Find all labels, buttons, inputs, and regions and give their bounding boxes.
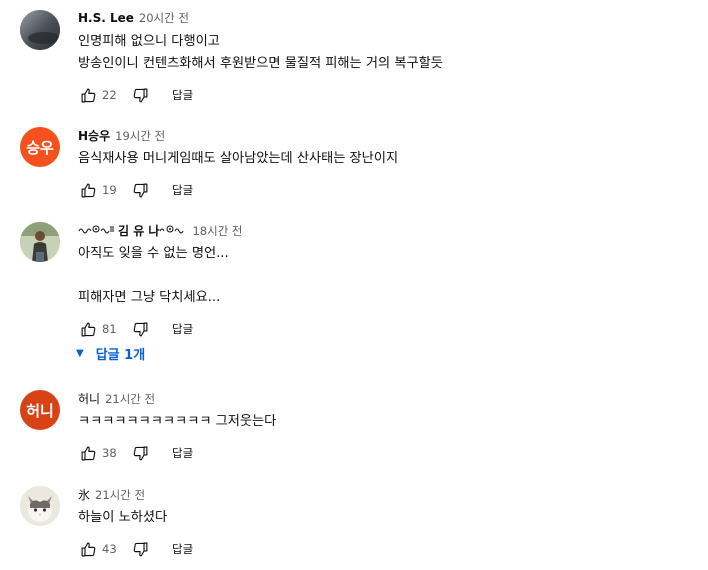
avatar-photo-icon (20, 486, 60, 526)
comment-text: 아직도 잊을 수 없는 명언... 피해자면 그냥 닥치세요... (78, 246, 229, 305)
thumb-down-icon[interactable] (130, 443, 150, 463)
avatar[interactable] (20, 486, 60, 526)
like-count: 38 (102, 446, 117, 460)
author-name[interactable]: H승우 (78, 127, 110, 144)
comment-header: 김 유 나 18시간 전 (78, 222, 700, 240)
avatar-initials: 허니 (26, 401, 54, 420)
comment-actions: 38 답글 (78, 441, 700, 465)
like-count: 81 (102, 322, 117, 336)
avatar-initials: 승우 (26, 138, 54, 157)
comment-header: H.S. Lee 20시간 전 (78, 10, 700, 28)
thumb-down-icon[interactable] (130, 319, 150, 339)
avatar[interactable]: 허니 (20, 390, 60, 430)
comment-header: H승우 19시간 전 (78, 127, 700, 145)
timestamp[interactable]: 18시간 전 (192, 223, 242, 239)
avatar-photo-icon (20, 10, 60, 50)
comment-body: H.S. Lee 20시간 전 인명피해 없으니 다행이고 방송인이니 컨텐츠화… (78, 10, 700, 107)
thumb-up-icon[interactable] (78, 85, 98, 105)
comment-actions: 81 답글 (78, 317, 700, 341)
replies-count-label: 답글 1개 (95, 348, 146, 363)
reply-button[interactable]: 답글 (172, 445, 193, 461)
chevron-down-icon: ▼ (76, 348, 84, 359)
thumb-up-icon[interactable] (78, 443, 98, 463)
comment-text: 하늘이 노하셨다 (78, 510, 168, 525)
avatar[interactable]: 승우 (20, 127, 60, 167)
author-name[interactable]: H.S. Lee (78, 11, 134, 25)
comment-header: 氷 21시간 전 (78, 486, 700, 504)
comment-body: H승우 19시간 전 음식재사용 머니게임때도 살아남았는데 산사태는 장난이지… (78, 127, 700, 202)
reply-button[interactable]: 답글 (172, 321, 193, 337)
comment-body: 허니 21시간 전 ㅋㅋㅋㅋㅋㅋㅋㅋㅋㅋㅋ 그저웃는다 38 답글 (78, 390, 700, 465)
decorative-glyph-icon (160, 225, 184, 234)
comment-actions: 43 답글 (78, 537, 700, 561)
thumb-up-icon[interactable] (78, 319, 98, 339)
timestamp[interactable]: 21시간 전 (105, 391, 155, 407)
comment-body: 氷 21시간 전 하늘이 노하셨다 43 답글 (78, 486, 700, 561)
avatar[interactable] (20, 10, 60, 50)
thumb-down-icon[interactable] (130, 180, 150, 200)
like-count: 19 (102, 183, 117, 197)
thumb-down-icon[interactable] (130, 539, 150, 559)
author-name[interactable]: 허니 (78, 390, 100, 407)
timestamp[interactable]: 19시간 전 (115, 128, 165, 144)
decorative-glyph-icon (78, 225, 114, 234)
comment-text: 음식재사용 머니게임때도 살아남았는데 산사태는 장난이지 (78, 151, 399, 166)
comment-header: 허니 21시간 전 (78, 390, 700, 408)
timestamp[interactable]: 21시간 전 (95, 487, 145, 503)
reply-button[interactable]: 답글 (172, 87, 193, 103)
comment-text: 인명피해 없으니 다행이고 방송인이니 컨텐츠화해서 후원받으면 물질적 피해는… (78, 34, 443, 71)
reply-button[interactable]: 답글 (172, 541, 193, 557)
reply-button[interactable]: 답글 (172, 182, 193, 198)
thumb-up-icon[interactable] (78, 180, 98, 200)
view-replies-button[interactable]: ▼ 답글 1개 (76, 344, 145, 363)
comment-actions: 22 답글 (78, 83, 700, 107)
like-count: 43 (102, 542, 117, 556)
avatar-photo-icon (20, 222, 60, 262)
author-name[interactable]: 김 유 나 (78, 222, 187, 239)
like-count: 22 (102, 88, 117, 102)
thumb-down-icon[interactable] (130, 85, 150, 105)
comment-text: ㅋㅋㅋㅋㅋㅋㅋㅋㅋㅋㅋ 그저웃는다 (78, 414, 277, 429)
comment-body: 김 유 나 18시간 전 아직도 잊을 수 없는 명언... 피해자면 그냥 닥… (78, 222, 700, 341)
author-name[interactable]: 氷 (78, 486, 90, 503)
author-name-text: 김 유 나 (118, 224, 160, 238)
timestamp[interactable]: 20시간 전 (139, 10, 189, 26)
avatar[interactable] (20, 222, 60, 262)
thumb-up-icon[interactable] (78, 539, 98, 559)
comment-actions: 19 답글 (78, 178, 700, 202)
